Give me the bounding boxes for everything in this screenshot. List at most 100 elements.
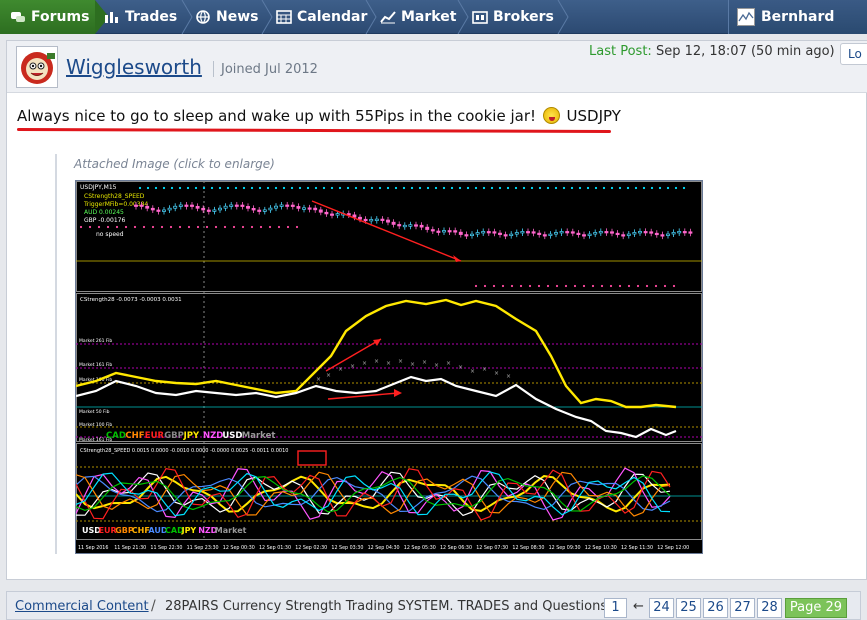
post-text-main: Always nice to go to sleep and wake up w… <box>17 107 541 125</box>
resistance-dot <box>666 186 670 190</box>
legend-currency-chf: CHF <box>132 526 150 535</box>
strength-panel-title: CStrength28 -0.0073 -0.0003 0.0031 <box>80 297 182 303</box>
indicator-line-4: GBP -0.00176 <box>84 217 125 224</box>
candle-body <box>537 232 542 235</box>
page-link-25[interactable]: 25 <box>676 598 701 618</box>
post-body-text: Always nice to go to sleep and wake up w… <box>17 107 621 125</box>
nav-trades[interactable]: Trades <box>104 0 177 34</box>
support-dot <box>555 284 559 288</box>
pager-prev-arrow-icon[interactable]: ← <box>629 598 648 618</box>
candle-body <box>565 231 570 234</box>
nav-divider <box>261 0 273 34</box>
legend-currency-market: Market <box>215 526 247 535</box>
nav-calendar-label: Calendar <box>297 9 368 25</box>
support-dot <box>654 284 658 288</box>
support-dot <box>501 284 505 288</box>
support-dot <box>133 225 137 229</box>
nav-brokers[interactable]: Brokers <box>472 0 554 34</box>
nav-forums[interactable]: Forums <box>0 0 95 34</box>
username-link[interactable]: Wigglesworth <box>66 55 202 79</box>
resistance-dot <box>402 186 406 190</box>
cross-mark: × <box>446 360 451 367</box>
time-label: 12 Sep 06:30 <box>440 545 472 551</box>
candle-body <box>621 234 626 237</box>
support-dot <box>241 225 245 229</box>
candle-body <box>436 230 441 233</box>
indicator-line-3: AUD 0.00245 <box>84 209 124 216</box>
candle-body <box>481 231 486 234</box>
page-link-1[interactable]: 1 <box>604 598 627 618</box>
resistance-dot <box>498 186 502 190</box>
resistance-dot <box>610 186 614 190</box>
support-dot <box>537 284 541 288</box>
nav-market[interactable]: Market <box>380 0 456 34</box>
resistance-dot <box>562 186 566 190</box>
candle-body <box>223 205 228 209</box>
cross-mark: × <box>506 373 511 380</box>
support-dot <box>205 225 209 229</box>
nav-user-menu[interactable]: Bernhard <box>728 0 867 34</box>
last-post-value: Sep 12, 18:07 (50 min ago) <box>655 44 835 59</box>
nav-news[interactable]: News <box>195 0 258 34</box>
currency-legend-speed: USDEURGBPCHFAUDCADJPY NZDMarket <box>82 526 247 535</box>
time-label: 12 Sep 05:30 <box>404 545 436 551</box>
resistance-dot <box>178 186 182 190</box>
candle-body <box>632 232 637 235</box>
page-link-28[interactable]: 28 <box>757 598 782 618</box>
time-label: 12 Sep 04:30 <box>368 545 400 551</box>
support-dot <box>88 225 92 229</box>
candle-body <box>688 231 693 234</box>
cross-mark: × <box>398 358 403 365</box>
resistance-dot <box>458 186 462 190</box>
resistance-dot <box>218 186 222 190</box>
resistance-dot <box>290 186 294 190</box>
resistance-dot <box>234 186 238 190</box>
support-dot <box>196 225 200 229</box>
header-action-button[interactable]: Lo <box>840 43 867 65</box>
attached-image-label[interactable]: Attached Image (click to enlarge) <box>74 157 275 171</box>
time-label: 11 Sep 2016 <box>78 545 108 551</box>
nav-calendar[interactable]: Calendar <box>276 0 367 34</box>
speed-panel-title: CStrength28_SPEED 0.0015 0.0000 -0.0010 … <box>80 448 288 454</box>
page-link-27[interactable]: 27 <box>730 598 755 618</box>
candle-body <box>330 213 334 216</box>
resistance-dot <box>194 186 198 190</box>
page-link-26[interactable]: 26 <box>703 598 728 618</box>
resistance-dot <box>258 186 262 190</box>
legend-currency-eur: EUR <box>99 526 117 535</box>
resistance-dot <box>602 186 606 190</box>
candle-body <box>408 224 413 227</box>
page-link-24[interactable]: 24 <box>649 598 674 618</box>
attached-chart-image[interactable]: USDJPY,M15 CStrength28_SPEED TriggerMFib… <box>75 180 703 554</box>
support-dot <box>600 284 604 288</box>
red-underline-annotation <box>16 127 612 134</box>
resistance-dot <box>170 186 174 190</box>
resistance-dot <box>586 186 590 190</box>
trading-chart-screenshot: USDJPY,M15 CStrength28_SPEED TriggerMFib… <box>75 181 702 553</box>
support-dot <box>151 225 155 229</box>
cross-mark: × <box>410 361 415 368</box>
attachment-block: Attached Image (click to enlarge) USDJPY… <box>55 154 703 554</box>
candle-body <box>358 216 362 220</box>
candle-body <box>414 224 418 227</box>
support-dot <box>483 284 487 288</box>
resistance-dot <box>642 186 646 190</box>
resistance-dot <box>146 186 150 190</box>
resistance-dot <box>370 186 374 190</box>
support-dot <box>645 284 649 288</box>
resistance-dot <box>410 186 414 190</box>
resistance-dot <box>450 186 454 190</box>
resistance-dot <box>426 186 430 190</box>
candle-body <box>363 218 368 222</box>
candle-body <box>430 229 435 232</box>
candle-body <box>145 205 150 209</box>
candle-body <box>173 205 178 209</box>
candle-body <box>514 232 519 235</box>
legend-currency-jpy: JPY <box>181 526 197 535</box>
resistance-dot <box>626 186 630 190</box>
breadcrumb-link-commercial[interactable]: Commercial Content <box>15 599 149 614</box>
cross-mark: × <box>374 358 379 365</box>
post-text-symbol: USDJPY <box>561 107 621 125</box>
candle-body <box>150 207 155 211</box>
avatar[interactable] <box>16 46 58 88</box>
